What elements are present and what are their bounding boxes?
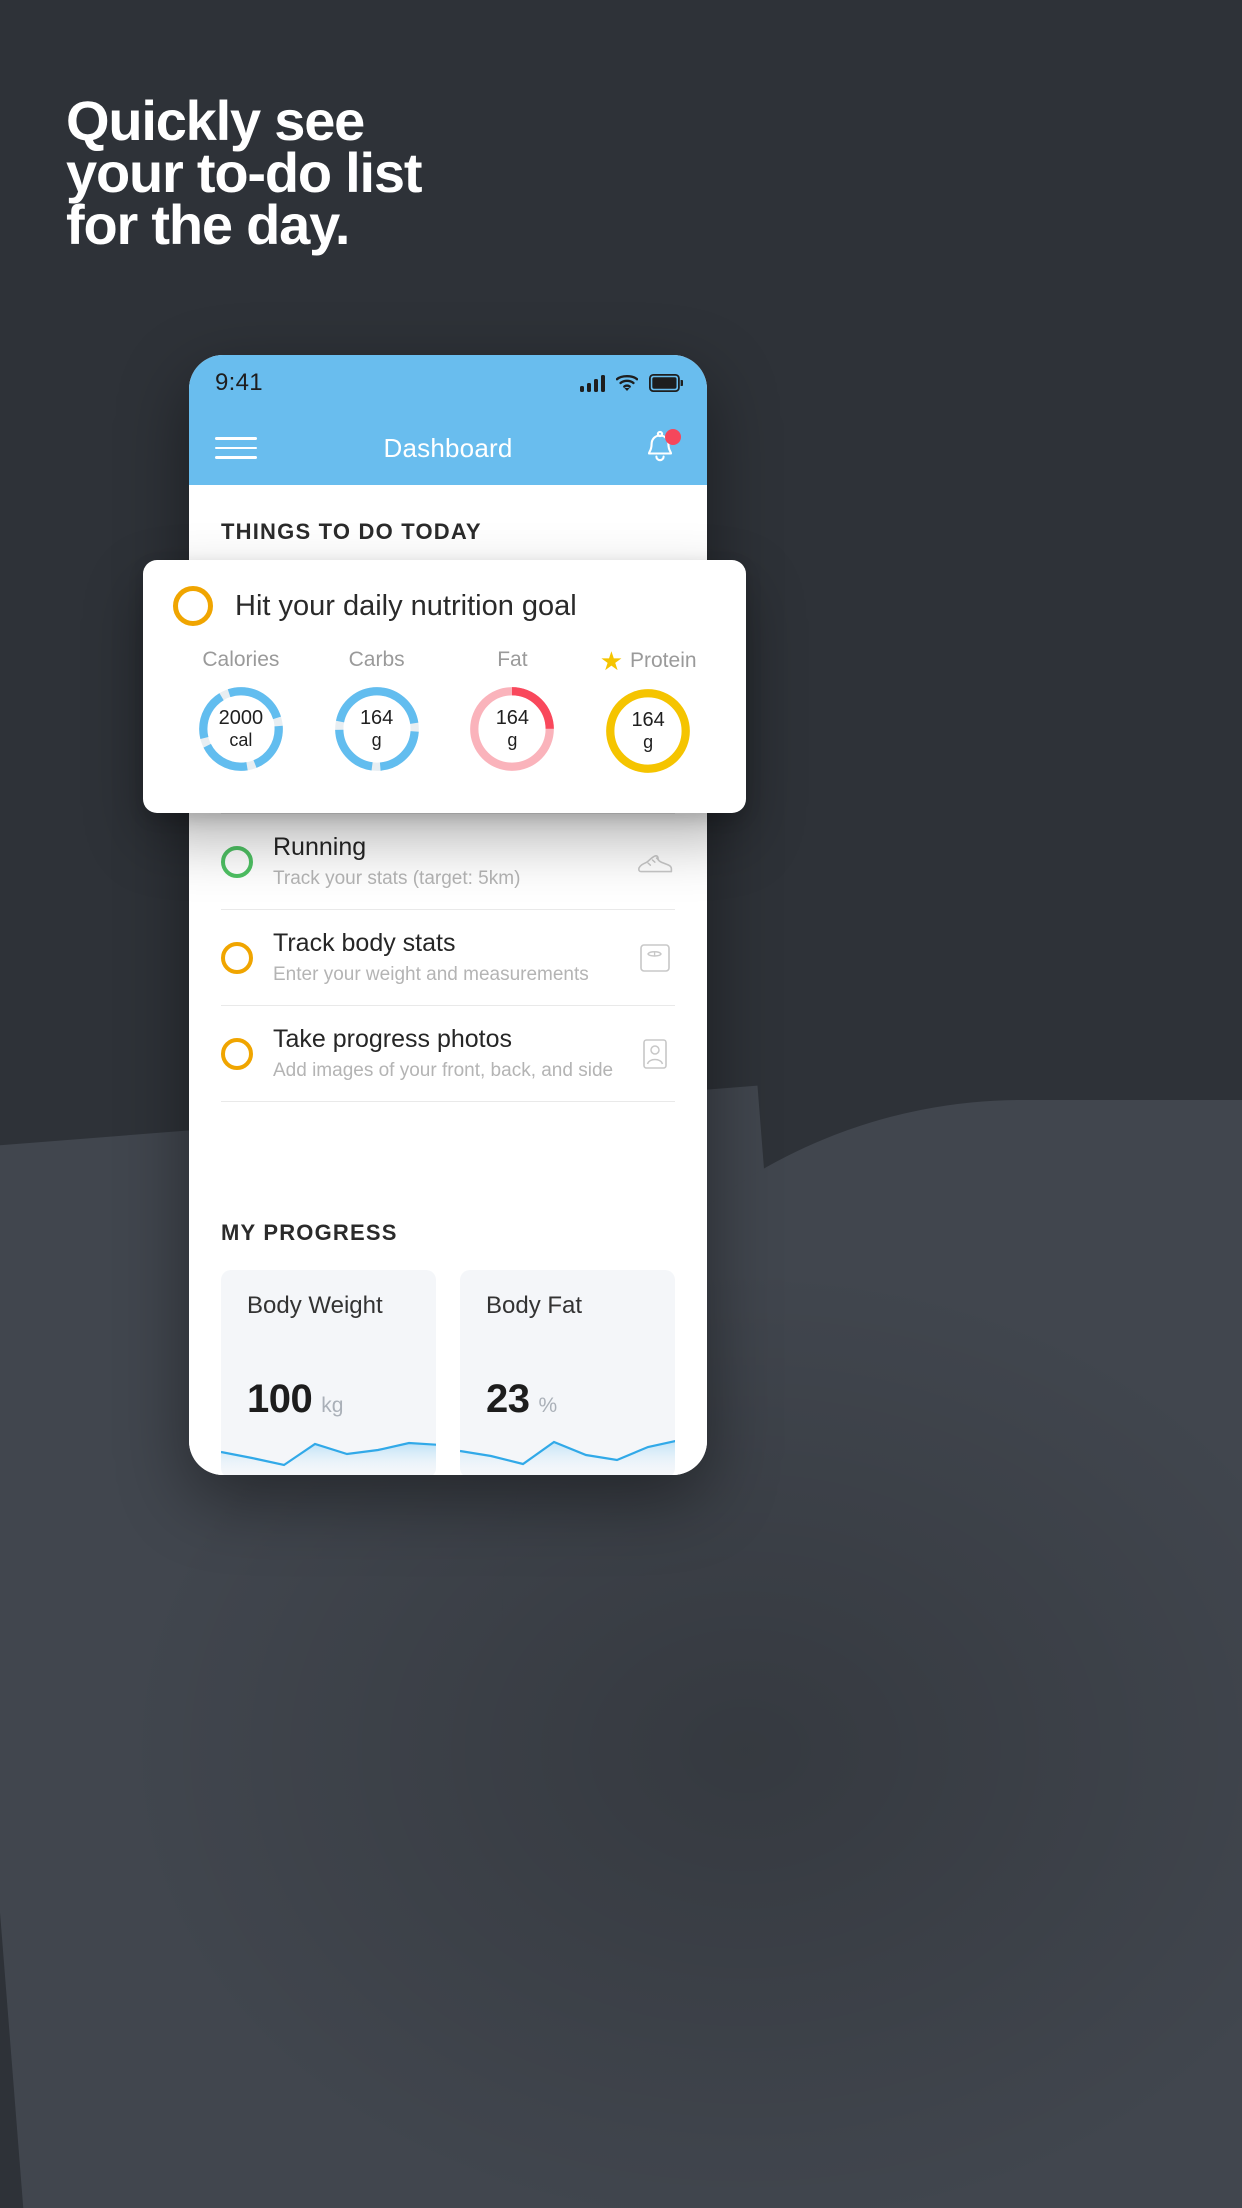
macro-value: 164 — [359, 707, 394, 729]
running-shoe-icon — [638, 854, 673, 872]
macro-label: Carbs — [348, 648, 405, 671]
battery-icon — [649, 374, 683, 392]
notification-bell-button[interactable] — [639, 427, 681, 469]
macro-ring: 2000 cal — [195, 683, 287, 775]
app-navbar: Dashboard — [189, 411, 707, 485]
cellular-signal-icon — [580, 374, 605, 392]
wifi-icon — [616, 375, 638, 391]
progress-card-unit: kg — [321, 1394, 344, 1417]
task-text: Take progress photos Add images of your … — [273, 1024, 615, 1083]
progress-section-title: MY PROGRESS — [221, 1220, 398, 1245]
nutrition-goal-card[interactable]: Hit your daily nutrition goal Calories 2… — [143, 560, 746, 813]
macro-fat[interactable]: Fat 164 g — [445, 648, 581, 777]
macro-unit: cal — [229, 730, 253, 750]
macro-value: 164 — [631, 709, 665, 731]
macro-center-text: 164 g — [466, 683, 558, 775]
task-checkbox-ring[interactable] — [221, 1037, 253, 1070]
task-title: Track body stats — [273, 929, 456, 957]
promo-headline: Quickly see your to-do list for the day. — [66, 89, 423, 256]
macro-label-wrap: Fat — [497, 648, 527, 672]
task-row[interactable]: Take progress photos Add images of your … — [221, 1005, 675, 1102]
weight-scale-icon — [640, 943, 670, 972]
progress-card-body-weight[interactable]: Body Weight 100 kg — [221, 1270, 436, 1475]
macro-label-wrap: Carbs — [349, 648, 405, 672]
progress-card-row: Body Weight 100 kg Body Fat 23 % — [189, 1246, 707, 1475]
star-icon: ★ — [599, 646, 623, 676]
progress-card-value-group: 100 kg — [247, 1377, 343, 1422]
macro-ring-row: Calories 2000 cal Carbs 164 g Fat 164 g … — [173, 648, 716, 777]
macro-unit: g — [371, 730, 382, 750]
macro-value: 164 — [495, 707, 530, 729]
status-bar: 9:41 — [189, 355, 707, 411]
todo-task-list: Running Track your stats (target: 5km) T… — [189, 813, 707, 1102]
progress-card-value-group: 23 % — [486, 1377, 557, 1422]
nutrition-checkbox-ring[interactable] — [173, 586, 213, 626]
status-icons — [580, 374, 683, 392]
progress-card-title: Body Fat — [486, 1292, 583, 1319]
task-title: Running — [273, 833, 367, 861]
macro-ring: 164 g — [466, 683, 558, 775]
task-checkbox-ring[interactable] — [221, 845, 253, 878]
notification-badge — [665, 429, 681, 445]
progress-card-value: 23 — [486, 1377, 530, 1421]
macro-label-wrap: ★ Protein — [600, 648, 697, 674]
task-row[interactable]: Track body stats Enter your weight and m… — [221, 909, 675, 1005]
macro-ring: 164 g — [331, 683, 423, 775]
person-photo-icon — [643, 1038, 667, 1069]
progress-card-unit: % — [538, 1394, 558, 1417]
task-subtitle: Enter your weight and measurements — [273, 964, 589, 985]
progress-card-value: 100 — [247, 1377, 313, 1421]
body-fat-sparkline — [460, 1439, 675, 1475]
macro-center-text: 164 g — [602, 685, 694, 777]
task-subtitle: Add images of your front, back, and side — [273, 1060, 614, 1081]
nutrition-card-header: Hit your daily nutrition goal — [173, 586, 716, 626]
task-row[interactable]: Running Track your stats (target: 5km) — [221, 813, 675, 909]
macro-center-text: 164 g — [331, 683, 423, 775]
body-weight-sparkline — [221, 1441, 436, 1475]
task-text: Track body stats Enter your weight and m… — [273, 928, 615, 987]
todo-section-title: THINGS TO DO TODAY — [221, 519, 482, 544]
macro-label: Protein — [630, 649, 697, 672]
macro-calories[interactable]: Calories 2000 cal — [173, 648, 309, 777]
task-text: Running Track your stats (target: 5km) — [273, 832, 615, 891]
macro-center-text: 2000 cal — [195, 683, 287, 775]
macro-unit: g — [507, 730, 518, 750]
progress-card-title: Body Weight — [247, 1292, 383, 1319]
page-title: Dashboard — [383, 432, 513, 463]
macro-protein[interactable]: ★ Protein 164 g — [580, 648, 716, 777]
progress-card-body-fat[interactable]: Body Fat 23 % — [460, 1270, 675, 1475]
progress-section-header: MY PROGRESS — [189, 1102, 707, 1246]
phone-mockup: 9:41 Dashboard THINGS TO DO TODAY Runnin… — [189, 355, 707, 1475]
macro-label: Calories — [202, 648, 280, 671]
nutrition-card-title: Hit your daily nutrition goal — [235, 589, 577, 622]
macro-ring: 164 g — [602, 685, 694, 777]
macro-value: 2000 — [218, 707, 264, 729]
task-subtitle: Track your stats (target: 5km) — [273, 868, 521, 889]
task-title: Take progress photos — [273, 1025, 513, 1053]
task-checkbox-ring[interactable] — [221, 941, 253, 974]
macro-label-wrap: Calories — [202, 648, 279, 672]
macro-label: Fat — [497, 648, 528, 671]
macro-unit: g — [643, 732, 654, 752]
status-time: 9:41 — [215, 369, 263, 396]
macro-carbs[interactable]: Carbs 164 g — [309, 648, 445, 777]
hamburger-menu-icon[interactable] — [215, 437, 257, 459]
